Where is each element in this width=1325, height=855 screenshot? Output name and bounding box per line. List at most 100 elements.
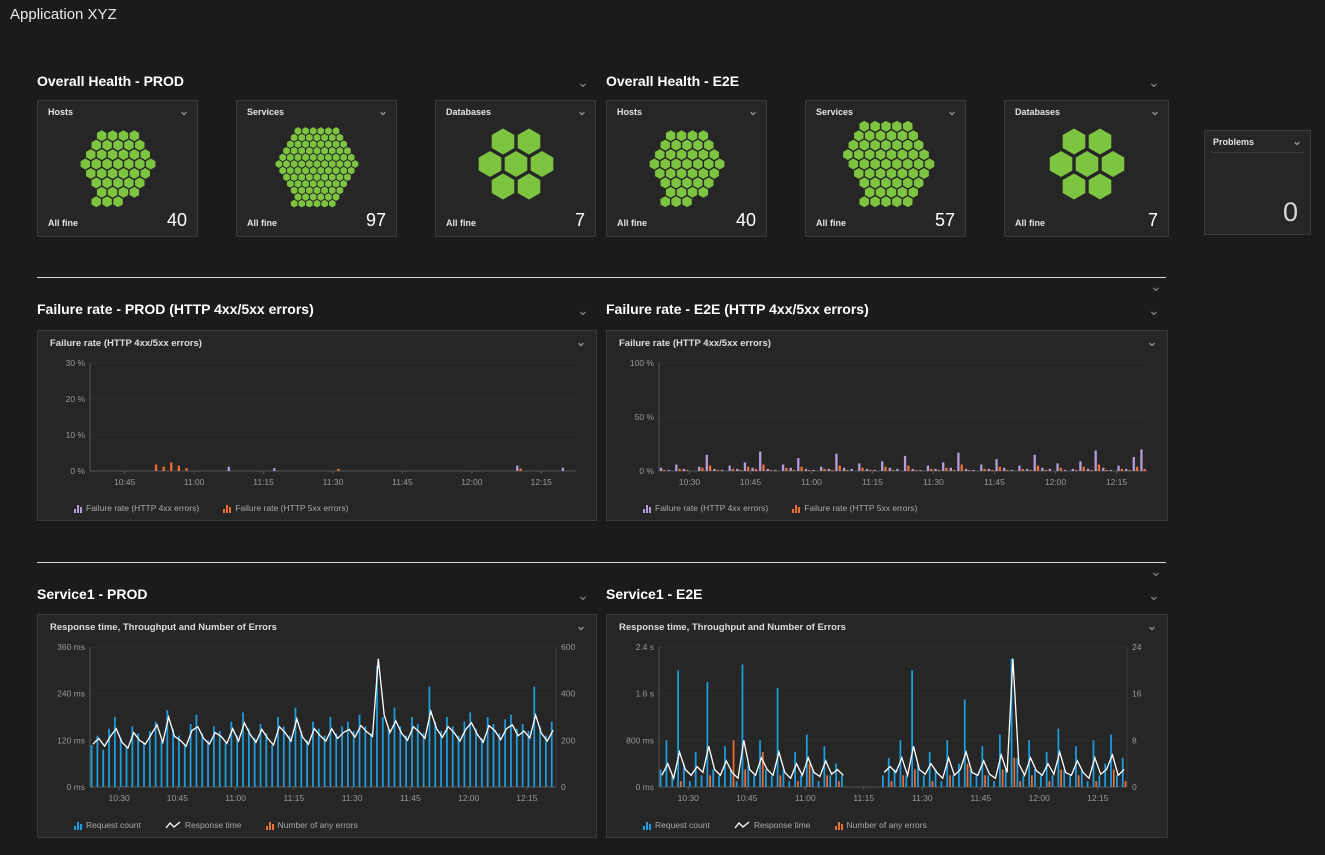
legend-item[interactable]: Failure rate (HTTP 5xx errors) [792,503,917,513]
chevron-down-icon[interactable] [577,590,589,600]
chevron-down-icon[interactable] [1292,137,1302,145]
tile-title: Services [247,107,284,117]
legend-item[interactable]: Response time [734,820,811,830]
chevron-down-icon[interactable] [576,622,586,630]
chart-title: Failure rate (HTTP 4xx/5xx errors) [619,338,771,349]
svg-text:11:45: 11:45 [984,477,1005,487]
chevron-down-icon[interactable] [1148,590,1160,600]
health-tile-services-e2e[interactable]: Services All fine57 [805,100,966,237]
health-tile-hosts-e2e[interactable]: Hosts All fine40 [606,100,767,237]
chevron-down-icon[interactable] [1150,107,1160,115]
failure-rate-e2e-chart-tile[interactable]: Failure rate (HTTP 4xx/5xx errors) 100 %… [606,330,1168,521]
tile-title: Hosts [48,107,73,117]
honeycomb-chart [612,118,762,210]
legend-label: Response time [185,820,242,830]
line-glyph-icon [734,821,750,830]
svg-text:12:00: 12:00 [1029,793,1051,803]
legend-label: Number of any errors [278,820,358,830]
status-label: All fine [617,218,647,231]
svg-text:11:15: 11:15 [253,477,274,487]
failure-rate-prod-chart-tile[interactable]: Failure rate (HTTP 4xx/5xx errors) 30 %2… [37,330,597,521]
honeycomb-chart [1012,118,1162,210]
chevron-down-icon[interactable] [1148,305,1160,315]
tile-title: Services [816,107,853,117]
section-header-overall-prod: Overall Health - PROD [37,73,184,89]
problems-tile[interactable]: Problems 0 [1204,130,1311,235]
chevron-down-icon[interactable] [576,338,586,346]
chevron-down-icon[interactable] [748,107,758,115]
tile-title: Problems [1213,137,1254,147]
health-tile-services-prod[interactable]: Services All fine97 [236,100,397,237]
svg-text:2.4 s: 2.4 s [636,642,654,652]
legend-item[interactable]: Request count [74,820,141,830]
chart-legend: Failure rate (HTTP 4xx errors) Failure ra… [74,503,348,513]
legend-item[interactable]: Response time [165,820,242,830]
chevron-down-icon[interactable] [577,107,587,115]
failure-rate-prod-chart: 30 %20 %10 %0 %10:4511:0011:1511:3011:45… [44,355,590,491]
legend-item[interactable]: Number of any errors [835,820,927,830]
tile-title: Databases [446,107,491,117]
status-label: All fine [247,218,277,231]
legend-item[interactable]: Number of any errors [266,820,358,830]
honeycomb-chart [441,118,591,210]
svg-text:600: 600 [561,642,575,652]
svg-text:12:00: 12:00 [458,793,480,803]
bars-glyph-icon [266,822,274,830]
svg-text:11:45: 11:45 [392,477,413,487]
chevron-down-icon[interactable] [1147,338,1157,346]
section-header-service-prod: Service1 - PROD [37,586,148,602]
chevron-down-icon[interactable] [577,77,589,87]
chevron-down-icon[interactable] [179,107,189,115]
status-label: All fine [48,218,78,231]
chart-legend: Request count Response time Number of any … [643,820,927,830]
legend-label: Failure rate (HTTP 5xx errors) [804,503,917,513]
entity-count: 40 [167,210,187,231]
svg-text:8: 8 [1132,735,1137,745]
legend-item[interactable]: Failure rate (HTTP 5xx errors) [223,503,348,513]
honeycomb-chart [242,118,392,210]
legend-label: Request count [86,820,141,830]
legend-item[interactable]: Request count [643,820,710,830]
entity-count: 40 [736,210,756,231]
svg-text:11:30: 11:30 [923,477,944,487]
chevron-down-icon[interactable] [1150,281,1162,291]
health-tile-hosts-prod[interactable]: Hosts All fine 40 [37,100,198,237]
svg-text:1.6 s: 1.6 s [636,689,654,699]
service-prod-chart-tile[interactable]: Response time, Throughput and Number of … [37,614,597,838]
section-header-service-e2e: Service1 - E2E [606,586,703,602]
chart-legend: Request count Response time Number of any … [74,820,358,830]
svg-text:10:30: 10:30 [678,793,700,803]
svg-text:11:30: 11:30 [342,793,363,803]
bars-glyph-icon [643,822,651,830]
status-label: All fine [816,218,846,231]
chevron-down-icon[interactable] [1148,77,1160,87]
svg-text:11:15: 11:15 [853,793,874,803]
legend-item[interactable]: Failure rate (HTTP 4xx errors) [74,503,199,513]
svg-text:0 %: 0 % [70,466,85,476]
chevron-down-icon[interactable] [577,305,589,315]
svg-text:50 %: 50 % [635,412,655,422]
bars-glyph-icon [74,822,82,830]
svg-text:12:15: 12:15 [516,793,538,803]
section-header-failure-e2e: Failure rate - E2E (HTTP 4xx/5xx errors) [606,301,869,317]
health-tile-databases-prod[interactable]: Databases All fine7 [435,100,596,237]
legend-label: Failure rate (HTTP 4xx errors) [86,503,199,513]
svg-text:360 ms: 360 ms [57,642,85,652]
line-glyph-icon [165,821,181,830]
chevron-down-icon[interactable] [378,107,388,115]
svg-text:10:45: 10:45 [736,793,758,803]
service-e2e-chart: 2.4 s1.6 s800 ms0 ms24168010:3010:4511:0… [613,639,1161,807]
svg-text:120 ms: 120 ms [57,735,85,745]
legend-item[interactable]: Failure rate (HTTP 4xx errors) [643,503,768,513]
svg-text:400: 400 [561,689,575,699]
chevron-down-icon[interactable] [1147,622,1157,630]
chevron-down-icon[interactable] [1150,566,1162,576]
svg-text:240 ms: 240 ms [57,689,85,699]
chevron-down-icon[interactable] [947,107,957,115]
service-e2e-chart-tile[interactable]: Response time, Throughput and Number of … [606,614,1168,838]
svg-text:10 %: 10 % [66,430,86,440]
svg-text:11:00: 11:00 [801,477,822,487]
health-tile-databases-e2e[interactable]: Databases All fine7 [1004,100,1169,237]
bars-glyph-icon [223,505,231,513]
legend-label: Number of any errors [847,820,927,830]
